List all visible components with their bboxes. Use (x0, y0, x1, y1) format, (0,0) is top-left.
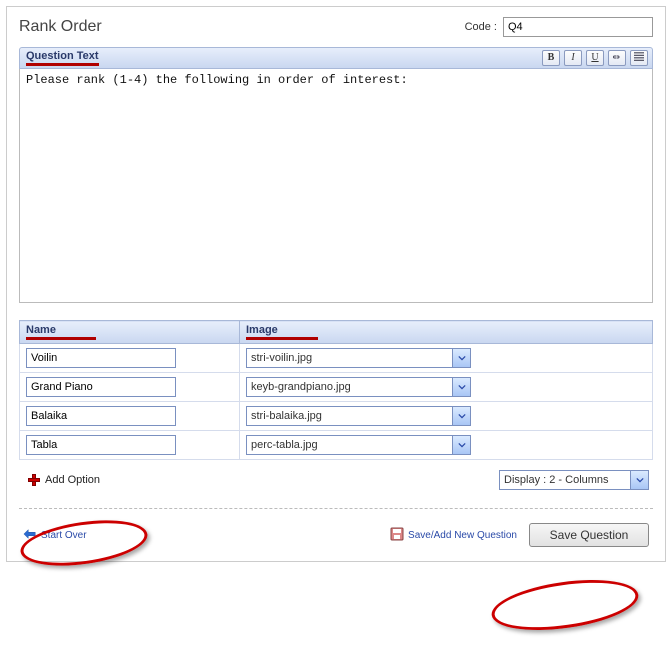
save-add-label: Save/Add New Question (408, 530, 517, 541)
footer-row: Start Over Save/Add New Question Save Qu… (19, 523, 653, 547)
code-wrap: Code : (465, 17, 653, 37)
justify-icon (633, 52, 645, 65)
table-row: stri-voilin.jpg (20, 344, 653, 373)
option-name-input[interactable] (26, 348, 176, 368)
plus-icon (27, 473, 41, 487)
table-row: perc-tabla.jpg (20, 431, 653, 460)
code-label: Code : (465, 21, 497, 33)
italic-button[interactable]: I (564, 50, 582, 66)
annotation-circle (489, 572, 642, 638)
start-over-link[interactable]: Start Over (23, 528, 87, 543)
save-icon (390, 527, 404, 544)
option-image-value: perc-tabla.jpg (251, 439, 318, 451)
chevron-down-icon (630, 471, 648, 489)
option-image-dropdown[interactable]: stri-balaika.jpg (246, 406, 471, 426)
question-text-label: Question Text (26, 50, 99, 66)
option-image-dropdown[interactable]: keyb-grandpiano.jpg (246, 377, 471, 397)
option-name-input[interactable] (26, 435, 176, 455)
options-table: Name Image stri-voilin.jpg keyb-grandpi (19, 320, 653, 460)
code-input[interactable] (503, 17, 653, 37)
separator (19, 508, 653, 509)
right-actions: Save/Add New Question Save Question (390, 523, 649, 547)
underline-button[interactable]: U (586, 50, 604, 66)
option-name-input[interactable] (26, 406, 176, 426)
table-row: stri-balaika.jpg (20, 402, 653, 431)
chevron-down-icon (452, 349, 470, 367)
start-over-label: Start Over (41, 530, 87, 541)
chevron-down-icon (452, 407, 470, 425)
question-text-section-bar: Question Text B I U (19, 47, 653, 69)
column-image-header: Image (246, 324, 318, 340)
option-image-dropdown[interactable]: perc-tabla.jpg (246, 435, 471, 455)
option-image-value: stri-voilin.jpg (251, 352, 312, 364)
save-add-new-link[interactable]: Save/Add New Question (390, 527, 517, 544)
header-row: Rank Order Code : (19, 17, 653, 37)
format-toolbar: B I U (542, 50, 648, 66)
link-icon (611, 52, 623, 65)
bold-button[interactable]: B (542, 50, 560, 66)
save-question-button[interactable]: Save Question (529, 523, 649, 547)
question-editor-frame: Rank Order Code : Question Text B I U Pl… (6, 6, 666, 562)
justify-button[interactable] (630, 50, 648, 66)
display-layout-dropdown[interactable]: Display : 2 - Columns (499, 470, 649, 490)
add-option-label: Add Option (45, 474, 100, 486)
option-name-input[interactable] (26, 377, 176, 397)
table-row: keyb-grandpiano.jpg (20, 373, 653, 402)
page-title: Rank Order (19, 18, 102, 36)
option-image-value: stri-balaika.jpg (251, 410, 322, 422)
option-image-value: keyb-grandpiano.jpg (251, 381, 351, 393)
link-button[interactable] (608, 50, 626, 66)
display-layout-value: Display : 2 - Columns (504, 474, 609, 486)
column-name-header: Name (26, 324, 96, 340)
question-text-input[interactable]: Please rank (1-4) the following in order… (19, 69, 653, 303)
below-table-row: Add Option Display : 2 - Columns (19, 470, 653, 490)
back-arrow-icon (23, 528, 37, 543)
chevron-down-icon (452, 378, 470, 396)
option-image-dropdown[interactable]: stri-voilin.jpg (246, 348, 471, 368)
chevron-down-icon (452, 436, 470, 454)
add-option-button[interactable]: Add Option (23, 471, 104, 489)
